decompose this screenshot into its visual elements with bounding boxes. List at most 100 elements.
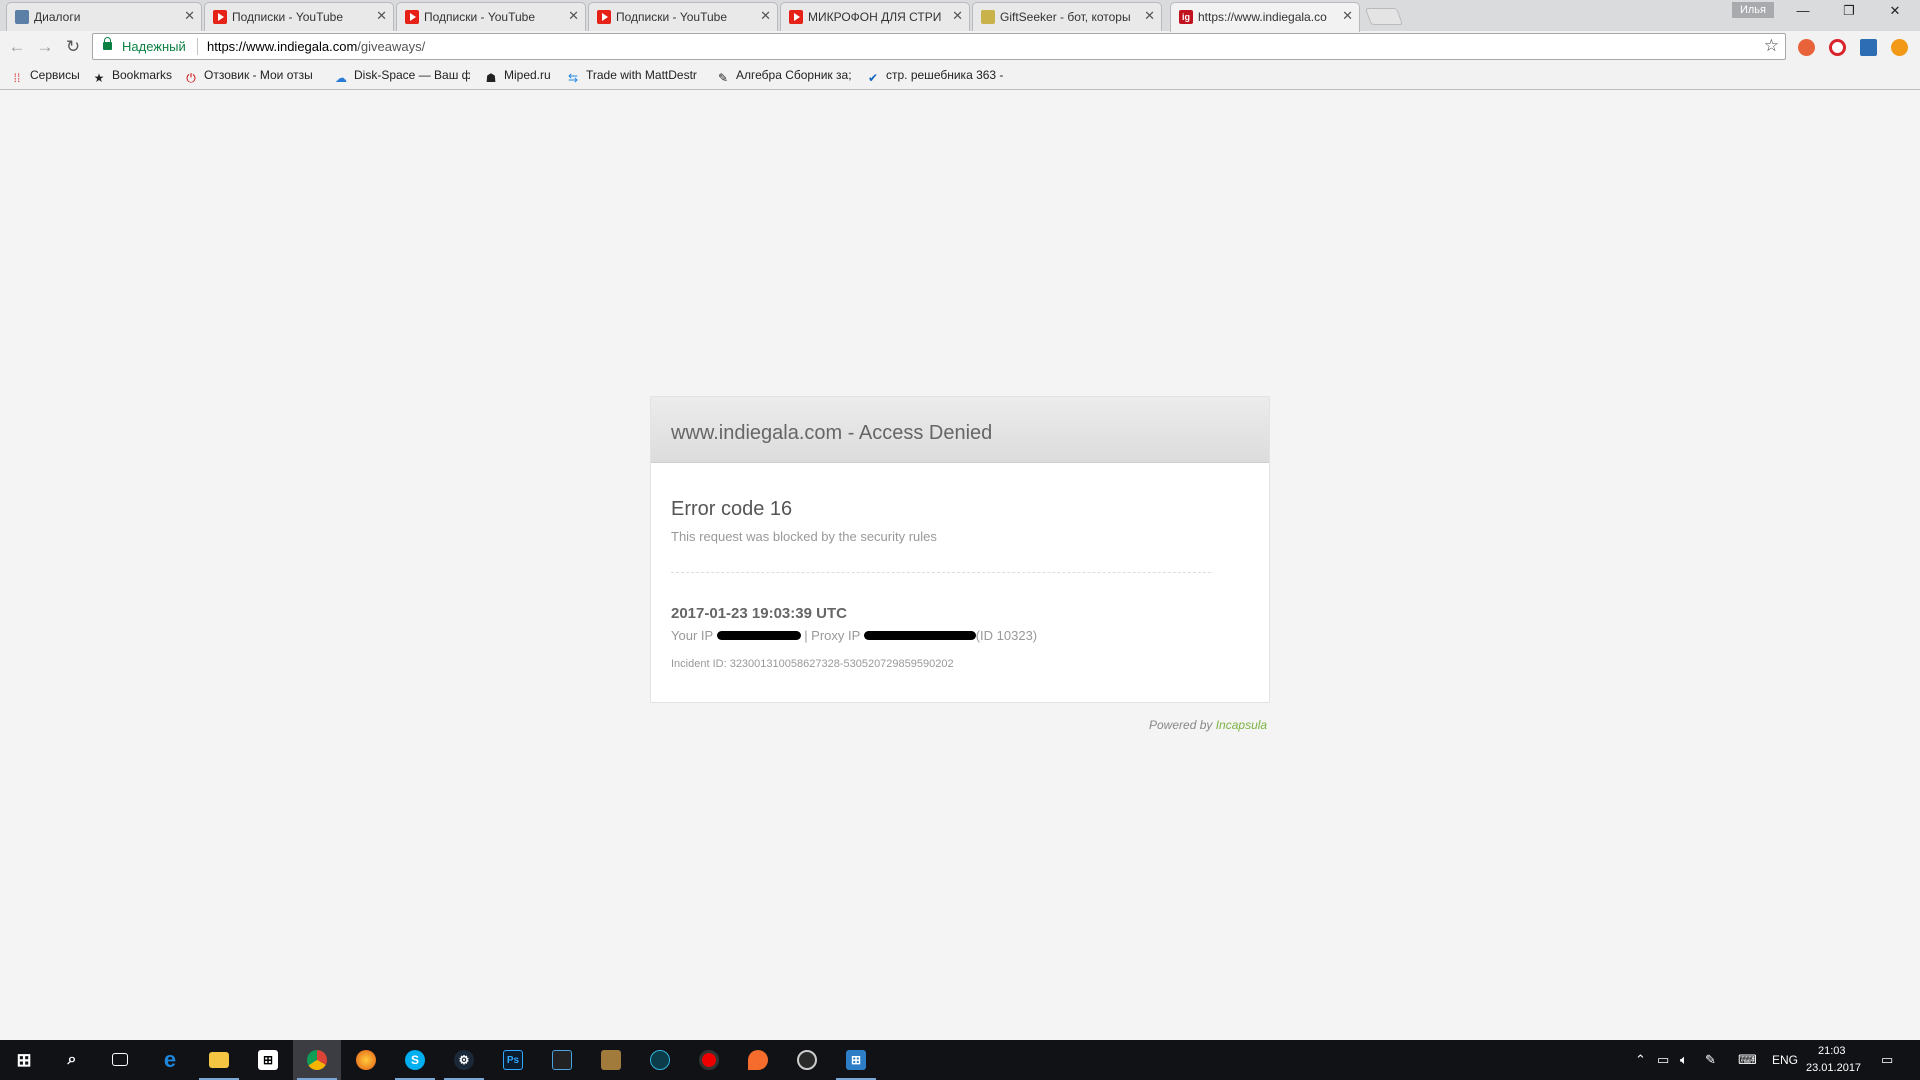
youtube-icon bbox=[213, 10, 227, 24]
network-icon[interactable]: ▭ bbox=[1657, 1052, 1669, 1068]
youtube-icon bbox=[597, 10, 611, 24]
steam-icon: ⚙ bbox=[454, 1050, 474, 1070]
tab-youtube-1[interactable]: Подписки - YouTube ✕ bbox=[204, 2, 394, 31]
security-label: Надежный bbox=[122, 39, 186, 54]
bookmark-trade[interactable]: ⇆ Trade with MattDestr bbox=[566, 68, 697, 85]
minimize-icon[interactable]: — bbox=[1780, 3, 1826, 25]
taskbar-recorder[interactable] bbox=[685, 1040, 733, 1080]
task-view-button[interactable] bbox=[96, 1040, 144, 1080]
profile-button[interactable]: Илья bbox=[1732, 2, 1774, 18]
bookmark-disk-space[interactable]: ☁ Disk-Space — Ваш ф bbox=[334, 68, 470, 85]
proxy-ip-label: | Proxy IP bbox=[804, 628, 861, 643]
otzovik-icon: ⏻ bbox=[186, 71, 196, 85]
address-bar[interactable]: Надежный https://www.indiegala.com/givea… bbox=[92, 33, 1786, 60]
url-host: https://www.indiegala.com bbox=[207, 39, 358, 54]
lock-icon bbox=[103, 37, 112, 50]
video-editor-icon bbox=[552, 1050, 572, 1070]
clock-date[interactable]: 23.01.2017 bbox=[1806, 1062, 1861, 1074]
volume-icon[interactable]: 🔈︎ bbox=[1680, 1052, 1688, 1068]
your-ip-label: Your IP bbox=[671, 628, 713, 643]
error-description: This request was blocked by the security… bbox=[671, 529, 937, 544]
tab-title: GiftSeeker - бот, которы bbox=[1000, 10, 1131, 24]
tab-indiegala[interactable]: ig https://www.indiegala.co ✕ bbox=[1170, 2, 1360, 32]
taskbar-game[interactable] bbox=[587, 1040, 635, 1080]
notifications-icon[interactable]: ▭ bbox=[1881, 1052, 1893, 1068]
taskbar-video-editor[interactable] bbox=[538, 1040, 586, 1080]
taskbar-file-explorer[interactable] bbox=[195, 1040, 243, 1080]
youtube-icon bbox=[789, 10, 803, 24]
search-button[interactable]: ⌕ bbox=[48, 1040, 96, 1080]
bookmark-reshebnik[interactable]: ✔ стр. решебника 363 - bbox=[866, 68, 1003, 85]
warning-icon[interactable] bbox=[1891, 39, 1908, 56]
url-text[interactable]: https://www.indiegala.com/giveaways/ bbox=[207, 39, 425, 54]
star-icon: ★ bbox=[93, 71, 105, 85]
language-indicator[interactable]: ENG bbox=[1772, 1053, 1798, 1067]
task-view-icon bbox=[112, 1053, 128, 1066]
tab-strip: Диалоги ✕ Подписки - YouTube ✕ Подписки … bbox=[0, 0, 1920, 32]
taskbar-gift[interactable]: ⊞ bbox=[832, 1040, 880, 1080]
taskbar-store[interactable]: ⊞ bbox=[244, 1040, 292, 1080]
taskbar-steam[interactable]: ⚙ bbox=[440, 1040, 488, 1080]
clock-time[interactable]: 21:03 bbox=[1818, 1045, 1846, 1057]
download-icon[interactable] bbox=[1860, 39, 1877, 56]
bookmark-algebra[interactable]: ✎ Алгебра Сборник за; bbox=[716, 68, 852, 85]
taskbar-chrome[interactable] bbox=[293, 1040, 341, 1080]
incapsula-link[interactable]: Incapsula bbox=[1216, 718, 1267, 732]
taskbar-firefox[interactable] bbox=[342, 1040, 390, 1080]
tab-title: МИКРОФОН ДЛЯ СТРИ bbox=[808, 10, 942, 24]
forward-icon[interactable]: → bbox=[35, 37, 55, 57]
tab-title: https://www.indiegala.co bbox=[1198, 10, 1327, 24]
tab-dialogs[interactable]: Диалоги ✕ bbox=[6, 2, 202, 31]
new-tab-button[interactable] bbox=[1364, 8, 1404, 25]
taskbar-app[interactable] bbox=[636, 1040, 684, 1080]
close-icon[interactable]: ✕ bbox=[952, 8, 963, 24]
trade-icon: ⇆ bbox=[567, 71, 579, 85]
tab-title: Подписки - YouTube bbox=[616, 10, 728, 24]
bookmark-services[interactable]: ⁞⁞ Сервисы bbox=[10, 68, 80, 85]
obs-icon bbox=[797, 1050, 817, 1070]
close-icon[interactable]: ✕ bbox=[184, 8, 195, 24]
restore-icon[interactable]: ❐ bbox=[1826, 3, 1872, 25]
window-close-icon[interactable]: ✕ bbox=[1872, 3, 1918, 25]
chevron-up-icon[interactable]: ⌃ bbox=[1635, 1052, 1646, 1068]
start-button[interactable]: ⊞ bbox=[0, 1040, 48, 1080]
close-icon[interactable]: ✕ bbox=[1342, 8, 1353, 24]
bookmark-bookmarks[interactable]: ★ Bookmarks bbox=[92, 68, 172, 85]
search-icon: ⌕ bbox=[67, 1051, 77, 1068]
taskbar-origin[interactable] bbox=[734, 1040, 782, 1080]
page-title: www.indiegala.com - Access Denied bbox=[671, 422, 993, 444]
close-icon[interactable]: ✕ bbox=[760, 8, 771, 24]
miped-icon: ☗ bbox=[485, 71, 497, 85]
cloud-icon: ☁ bbox=[335, 71, 347, 85]
bookmark-otzovik[interactable]: ⏻ Отзовик - Мои отзы bbox=[184, 68, 313, 85]
close-icon[interactable]: ✕ bbox=[376, 8, 387, 24]
tab-youtube-2[interactable]: Подписки - YouTube ✕ bbox=[396, 2, 586, 31]
pen-workspace-icon[interactable]: ✎ bbox=[1705, 1052, 1716, 1068]
taskbar-photoshop[interactable]: Ps bbox=[489, 1040, 537, 1080]
store-icon: ⊞ bbox=[258, 1050, 278, 1070]
tab-title: Подписки - YouTube bbox=[424, 10, 536, 24]
tab-youtube-3[interactable]: Подписки - YouTube ✕ bbox=[588, 2, 778, 31]
back-icon[interactable]: ← bbox=[7, 37, 27, 57]
tab-giftseeker[interactable]: GiftSeeker - бот, которы ✕ bbox=[972, 2, 1162, 31]
gift-icon: ⊞ bbox=[846, 1050, 866, 1070]
tab-microphone[interactable]: МИКРОФОН ДЛЯ СТРИ ✕ bbox=[780, 2, 970, 31]
extension-icon[interactable] bbox=[1798, 39, 1815, 56]
reload-icon[interactable]: ↻ bbox=[63, 37, 83, 57]
opera-vpn-icon[interactable] bbox=[1829, 39, 1846, 56]
bookmark-star-icon[interactable]: ☆ bbox=[1764, 36, 1779, 56]
powered-by: Powered by Incapsula bbox=[1149, 718, 1267, 732]
timestamp: 2017-01-23 19:03:39 UTC bbox=[671, 605, 847, 622]
taskbar-edge[interactable]: e bbox=[146, 1040, 194, 1080]
close-icon[interactable]: ✕ bbox=[568, 8, 579, 24]
bookmark-miped[interactable]: ☗ Miped.ru bbox=[484, 68, 551, 85]
divider bbox=[671, 572, 1211, 573]
error-card: www.indiegala.com - Access Denied Error … bbox=[650, 396, 1270, 703]
close-icon[interactable]: ✕ bbox=[1144, 8, 1155, 24]
keyboard-icon[interactable]: ⌨ bbox=[1738, 1052, 1757, 1068]
taskbar-skype[interactable]: S bbox=[391, 1040, 439, 1080]
origin-icon bbox=[748, 1050, 768, 1070]
taskbar-obs[interactable] bbox=[783, 1040, 831, 1080]
edge-icon: e bbox=[163, 1047, 177, 1072]
recorder-icon bbox=[699, 1050, 719, 1070]
